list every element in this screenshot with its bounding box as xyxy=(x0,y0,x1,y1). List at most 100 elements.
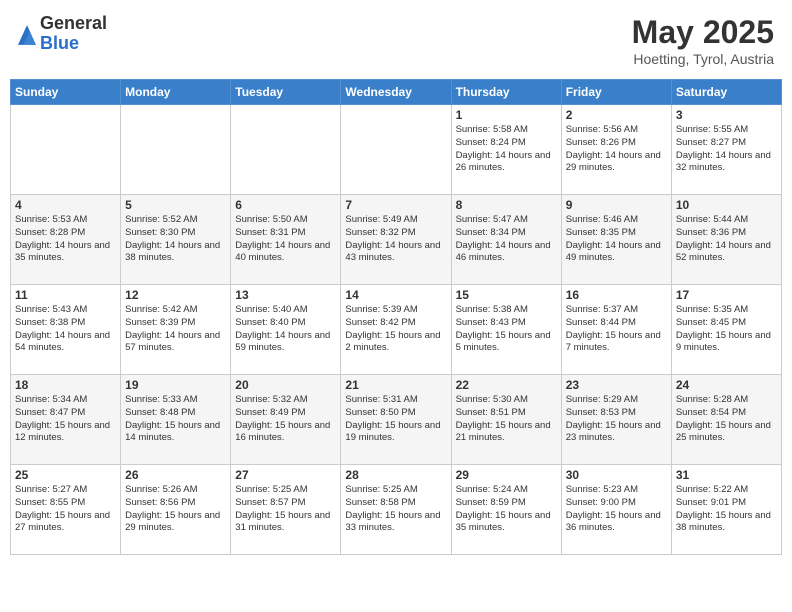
calendar-day-cell: 24 Sunrise: 5:28 AM Sunset: 8:54 PM Dayli… xyxy=(671,375,781,465)
day-info: Sunrise: 5:35 AM Sunset: 8:45 PM Dayligh… xyxy=(676,304,777,355)
calendar-day-cell: 21Sunrise: 5:31 AM Sunset: 8:50 PM Dayli… xyxy=(341,375,451,465)
calendar-day-cell: 25Sunrise: 5:27 AM Sunset: 8:55 PM Dayli… xyxy=(11,465,121,555)
day-info: Sunrise: 5:34 AM Sunset: 8:47 PM Dayligh… xyxy=(15,394,116,445)
day-number: 11 xyxy=(15,288,116,302)
calendar-day-cell: 9Sunrise: 5:46 AM Sunset: 8:35 PM Daylig… xyxy=(561,195,671,285)
day-number: 29 xyxy=(456,468,557,482)
calendar-day-cell: 29 Sunrise: 5:24 AM Sunset: 8:59 PM Dayli… xyxy=(451,465,561,555)
day-info: Sunrise: 5:42 AM Sunset: 8:39 PM Dayligh… xyxy=(125,304,226,355)
day-info: Sunrise: 5:56 AM Sunset: 8:26 PM Dayligh… xyxy=(566,124,667,175)
calendar-table: SundayMondayTuesdayWednesdayThursdayFrid… xyxy=(10,79,782,555)
calendar-day-cell xyxy=(121,105,231,195)
calendar-day-cell: 30 Sunrise: 5:23 AM Sunset: 9:00 PM Dayli… xyxy=(561,465,671,555)
calendar-day-cell: 3 Sunrise: 5:55 AM Sunset: 8:27 PM Daylig… xyxy=(671,105,781,195)
calendar-day-cell: 14Sunrise: 5:39 AM Sunset: 8:42 PM Dayli… xyxy=(341,285,451,375)
day-number: 6 xyxy=(235,198,336,212)
day-info: Sunrise: 5:32 AM Sunset: 8:49 PM Dayligh… xyxy=(235,394,336,445)
day-info: Sunrise: 5:55 AM Sunset: 8:27 PM Dayligh… xyxy=(676,124,777,175)
day-number: 13 xyxy=(235,288,336,302)
calendar-day-cell: 28 Sunrise: 5:25 AM Sunset: 8:58 PM Dayli… xyxy=(341,465,451,555)
day-number: 3 xyxy=(676,108,777,122)
day-number: 30 xyxy=(566,468,667,482)
day-info: Sunrise: 5:53 AM Sunset: 8:28 PM Dayligh… xyxy=(15,214,116,265)
calendar-day-cell: 2 Sunrise: 5:56 AM Sunset: 8:26 PM Daylig… xyxy=(561,105,671,195)
calendar-day-cell: 26 Sunrise: 5:26 AM Sunset: 8:56 PM Dayli… xyxy=(121,465,231,555)
calendar-week-row: 4 Sunrise: 5:53 AM Sunset: 8:28 PM Daylig… xyxy=(11,195,782,285)
day-info: Sunrise: 5:43 AM Sunset: 8:38 PM Dayligh… xyxy=(15,304,116,355)
weekday-header-row: SundayMondayTuesdayWednesdayThursdayFrid… xyxy=(11,80,782,105)
day-info: Sunrise: 5:26 AM Sunset: 8:56 PM Dayligh… xyxy=(125,484,226,535)
calendar-day-cell: 22Sunrise: 5:30 AM Sunset: 8:51 PM Dayli… xyxy=(451,375,561,465)
day-info: Sunrise: 5:33 AM Sunset: 8:48 PM Dayligh… xyxy=(125,394,226,445)
calendar-week-row: 25Sunrise: 5:27 AM Sunset: 8:55 PM Dayli… xyxy=(11,465,782,555)
day-number: 26 xyxy=(125,468,226,482)
page-header: General Blue May 2025 Hoetting, Tyrol, A… xyxy=(10,10,782,71)
title-block: May 2025 Hoetting, Tyrol, Austria xyxy=(632,14,774,67)
logo: General Blue xyxy=(18,14,107,54)
calendar-day-cell: 20 Sunrise: 5:32 AM Sunset: 8:49 PM Dayli… xyxy=(231,375,341,465)
day-info: Sunrise: 5:25 AM Sunset: 8:57 PM Dayligh… xyxy=(235,484,336,535)
calendar-day-cell: 1 Sunrise: 5:58 AM Sunset: 8:24 PM Daylig… xyxy=(451,105,561,195)
logo-icon xyxy=(18,25,36,45)
day-number: 16 xyxy=(566,288,667,302)
day-info: Sunrise: 5:47 AM Sunset: 8:34 PM Dayligh… xyxy=(456,214,557,265)
calendar-day-cell: 7 Sunrise: 5:49 AM Sunset: 8:32 PM Daylig… xyxy=(341,195,451,285)
calendar-day-cell: 27Sunrise: 5:25 AM Sunset: 8:57 PM Dayli… xyxy=(231,465,341,555)
calendar-body: 1 Sunrise: 5:58 AM Sunset: 8:24 PM Daylig… xyxy=(11,105,782,555)
day-number: 19 xyxy=(125,378,226,392)
calendar-day-cell: 19 Sunrise: 5:33 AM Sunset: 8:48 PM Dayli… xyxy=(121,375,231,465)
day-info: Sunrise: 5:29 AM Sunset: 8:53 PM Dayligh… xyxy=(566,394,667,445)
weekday-header-cell: Saturday xyxy=(671,80,781,105)
day-info: Sunrise: 5:28 AM Sunset: 8:54 PM Dayligh… xyxy=(676,394,777,445)
day-number: 12 xyxy=(125,288,226,302)
day-number: 21 xyxy=(345,378,446,392)
calendar-week-row: 11 Sunrise: 5:43 AM Sunset: 8:38 PM Dayli… xyxy=(11,285,782,375)
weekday-header-cell: Monday xyxy=(121,80,231,105)
calendar-day-cell xyxy=(341,105,451,195)
calendar-day-cell: 10Sunrise: 5:44 AM Sunset: 8:36 PM Dayli… xyxy=(671,195,781,285)
calendar-day-cell: 5Sunrise: 5:52 AM Sunset: 8:30 PM Daylig… xyxy=(121,195,231,285)
weekday-header-cell: Sunday xyxy=(11,80,121,105)
day-info: Sunrise: 5:49 AM Sunset: 8:32 PM Dayligh… xyxy=(345,214,446,265)
day-info: Sunrise: 5:22 AM Sunset: 9:01 PM Dayligh… xyxy=(676,484,777,535)
day-number: 2 xyxy=(566,108,667,122)
day-info: Sunrise: 5:40 AM Sunset: 8:40 PM Dayligh… xyxy=(235,304,336,355)
calendar-day-cell: 23 Sunrise: 5:29 AM Sunset: 8:53 PM Dayli… xyxy=(561,375,671,465)
calendar-day-cell xyxy=(231,105,341,195)
calendar-day-cell: 17 Sunrise: 5:35 AM Sunset: 8:45 PM Dayli… xyxy=(671,285,781,375)
calendar-day-cell: 31 Sunrise: 5:22 AM Sunset: 9:01 PM Dayli… xyxy=(671,465,781,555)
day-info: Sunrise: 5:30 AM Sunset: 8:51 PM Dayligh… xyxy=(456,394,557,445)
weekday-header-cell: Wednesday xyxy=(341,80,451,105)
location-subtitle: Hoetting, Tyrol, Austria xyxy=(632,51,774,67)
day-number: 28 xyxy=(345,468,446,482)
day-number: 23 xyxy=(566,378,667,392)
day-number: 1 xyxy=(456,108,557,122)
day-info: Sunrise: 5:23 AM Sunset: 9:00 PM Dayligh… xyxy=(566,484,667,535)
day-info: Sunrise: 5:58 AM Sunset: 8:24 PM Dayligh… xyxy=(456,124,557,175)
calendar-day-cell: 6Sunrise: 5:50 AM Sunset: 8:31 PM Daylig… xyxy=(231,195,341,285)
day-info: Sunrise: 5:37 AM Sunset: 8:44 PM Dayligh… xyxy=(566,304,667,355)
calendar-day-cell: 11 Sunrise: 5:43 AM Sunset: 8:38 PM Dayli… xyxy=(11,285,121,375)
day-number: 17 xyxy=(676,288,777,302)
day-number: 5 xyxy=(125,198,226,212)
day-number: 25 xyxy=(15,468,116,482)
calendar-day-cell: 4 Sunrise: 5:53 AM Sunset: 8:28 PM Daylig… xyxy=(11,195,121,285)
day-number: 20 xyxy=(235,378,336,392)
day-info: Sunrise: 5:46 AM Sunset: 8:35 PM Dayligh… xyxy=(566,214,667,265)
day-info: Sunrise: 5:25 AM Sunset: 8:58 PM Dayligh… xyxy=(345,484,446,535)
calendar-day-cell: 12 Sunrise: 5:42 AM Sunset: 8:39 PM Dayli… xyxy=(121,285,231,375)
calendar-day-cell: 8Sunrise: 5:47 AM Sunset: 8:34 PM Daylig… xyxy=(451,195,561,285)
calendar-day-cell xyxy=(11,105,121,195)
day-info: Sunrise: 5:38 AM Sunset: 8:43 PM Dayligh… xyxy=(456,304,557,355)
day-info: Sunrise: 5:24 AM Sunset: 8:59 PM Dayligh… xyxy=(456,484,557,535)
day-number: 15 xyxy=(456,288,557,302)
calendar-day-cell: 18 Sunrise: 5:34 AM Sunset: 8:47 PM Dayli… xyxy=(11,375,121,465)
weekday-header-cell: Thursday xyxy=(451,80,561,105)
day-number: 24 xyxy=(676,378,777,392)
day-number: 7 xyxy=(345,198,446,212)
day-number: 4 xyxy=(15,198,116,212)
day-number: 31 xyxy=(676,468,777,482)
calendar-header: SundayMondayTuesdayWednesdayThursdayFrid… xyxy=(11,80,782,105)
day-number: 14 xyxy=(345,288,446,302)
day-number: 18 xyxy=(15,378,116,392)
